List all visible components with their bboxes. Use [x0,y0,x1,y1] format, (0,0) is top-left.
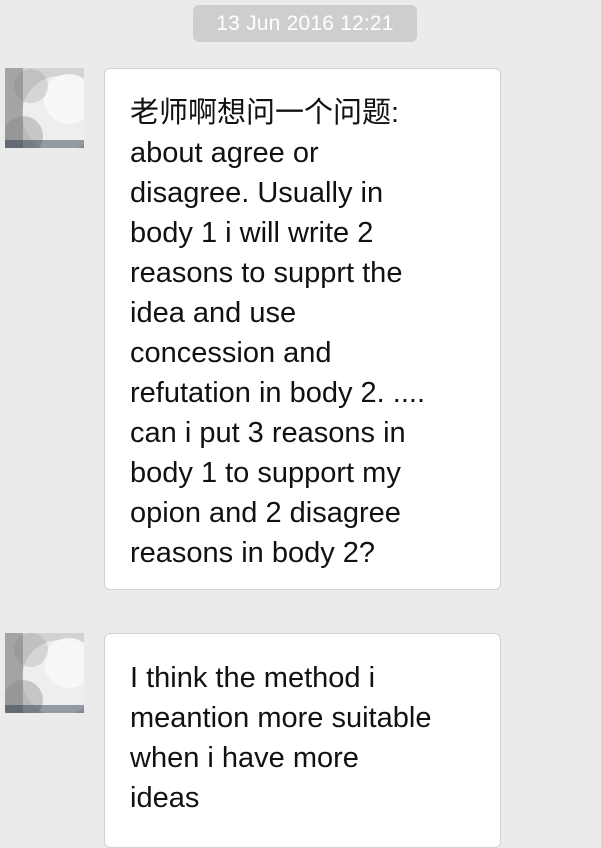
message-bubble-1: 老师啊想问一个问题: about agree or disagree. Usua… [104,68,501,590]
message-avatar-1[interactable] [5,68,84,148]
avatar-image-icon [5,68,84,148]
chat-timestamp: 13 Jun 2016 12:21 [193,5,417,42]
message-bubble-2: I think the method i meantion more suita… [104,633,501,848]
message-text-1: 老师啊想问一个问题: about agree or disagree. Usua… [130,97,426,569]
avatar-image-icon [5,633,84,713]
message-avatar-2[interactable] [5,633,84,713]
message-text-2: I think the method i meantion more suita… [130,662,432,814]
